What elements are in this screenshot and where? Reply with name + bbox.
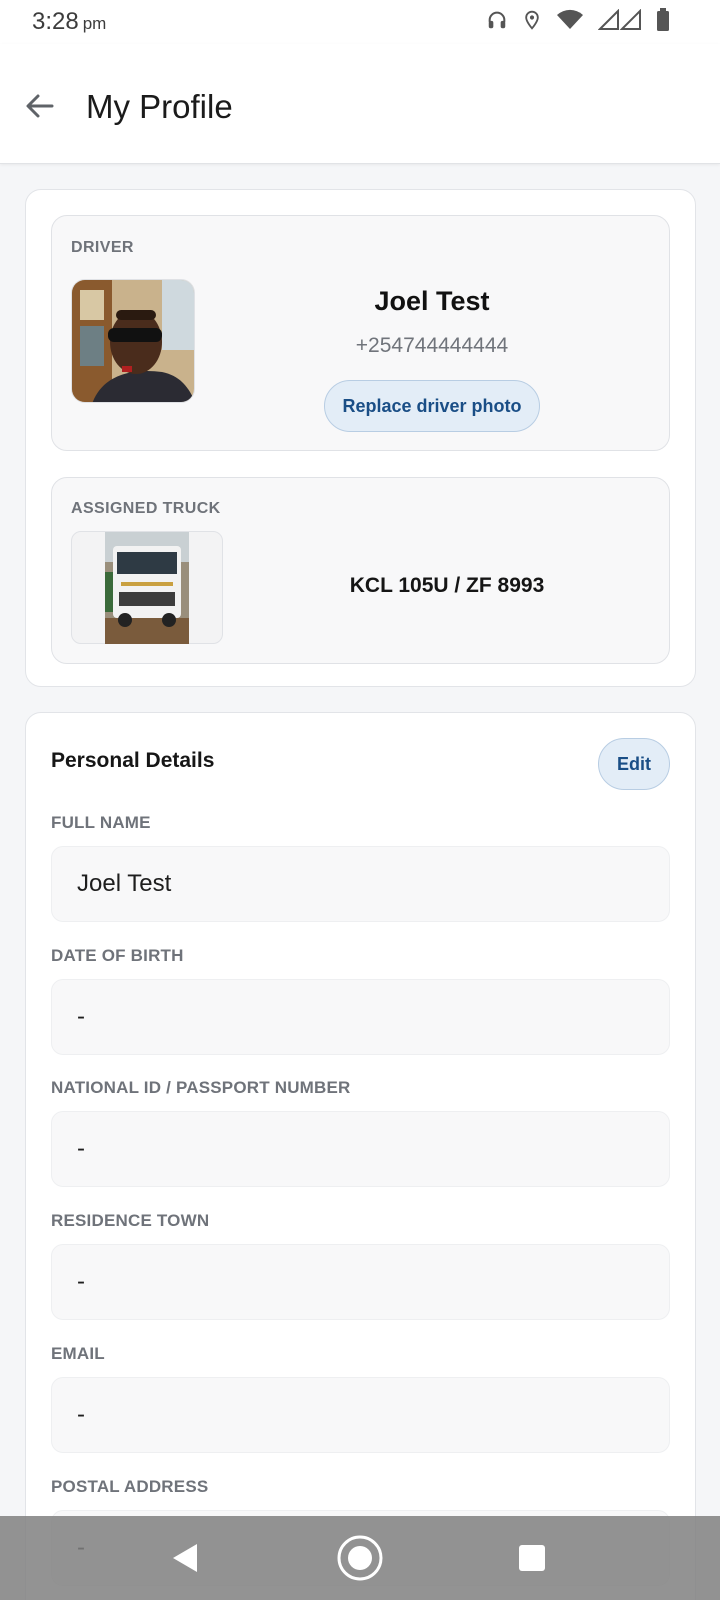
headset-icon [486, 9, 508, 31]
postal-address-label: POSTAL ADDRESS [51, 1477, 209, 1496]
app-bar: My Profile [0, 44, 720, 164]
national-id-field: - [51, 1111, 670, 1187]
truck-plate: KCL 105U / ZF 8993 [349, 574, 545, 597]
full-name-label: FULL NAME [51, 813, 151, 832]
national-id-label: NATIONAL ID / PASSPORT NUMBER [51, 1078, 351, 1097]
driver-name: Joel Test [374, 286, 490, 316]
page-title: My Profile [86, 88, 233, 125]
status-bar: 3:28 pm x [0, 0, 720, 44]
driver-avatar[interactable] [71, 279, 195, 403]
personal-details-card: Personal Details Edit FULL NAME Joel Tes… [25, 712, 696, 1600]
truck-photo[interactable] [71, 531, 223, 644]
full-name-field: Joel Test [51, 846, 670, 922]
battery-icon [656, 8, 670, 32]
status-time-ampm: pm [82, 14, 107, 33]
location-pin-icon [522, 9, 542, 31]
driver-phone: +254744444444 [355, 334, 509, 357]
email-field: - [51, 1377, 670, 1453]
system-nav-bar [0, 1516, 720, 1600]
status-time: 3:28 pm [32, 8, 106, 36]
residence-town-field: - [51, 1244, 670, 1320]
date-of-birth-field: - [51, 979, 670, 1055]
back-triangle-icon[interactable] [162, 1534, 210, 1582]
truck-section-label: ASSIGNED TRUCK [71, 500, 221, 517]
edit-button[interactable]: Edit [598, 738, 670, 790]
status-icons: x [486, 8, 670, 32]
profile-card: DRIVER Joel Test +254744444444 Replace d… [25, 189, 696, 687]
back-arrow-icon[interactable] [24, 90, 56, 122]
personal-details-title: Personal Details [51, 749, 215, 772]
driver-section-label: DRIVER [71, 239, 134, 256]
status-time-value: 3:28 [32, 8, 79, 35]
signal-icon [598, 9, 642, 31]
date-of-birth-label: DATE OF BIRTH [51, 946, 184, 965]
replace-driver-photo-button[interactable]: Replace driver photo [324, 380, 540, 432]
home-circle-icon[interactable] [336, 1534, 384, 1582]
recents-square-icon[interactable] [508, 1534, 556, 1582]
email-label: EMAIL [51, 1344, 105, 1363]
residence-town-label: RESIDENCE TOWN [51, 1211, 210, 1230]
svg-text:x: x [576, 10, 581, 19]
truck-card: ASSIGNED TRUCK KCL 105U / ZF 8993 [51, 477, 670, 664]
driver-card: DRIVER Joel Test +254744444444 Replace d… [51, 215, 670, 451]
wifi-icon: x [556, 9, 584, 31]
